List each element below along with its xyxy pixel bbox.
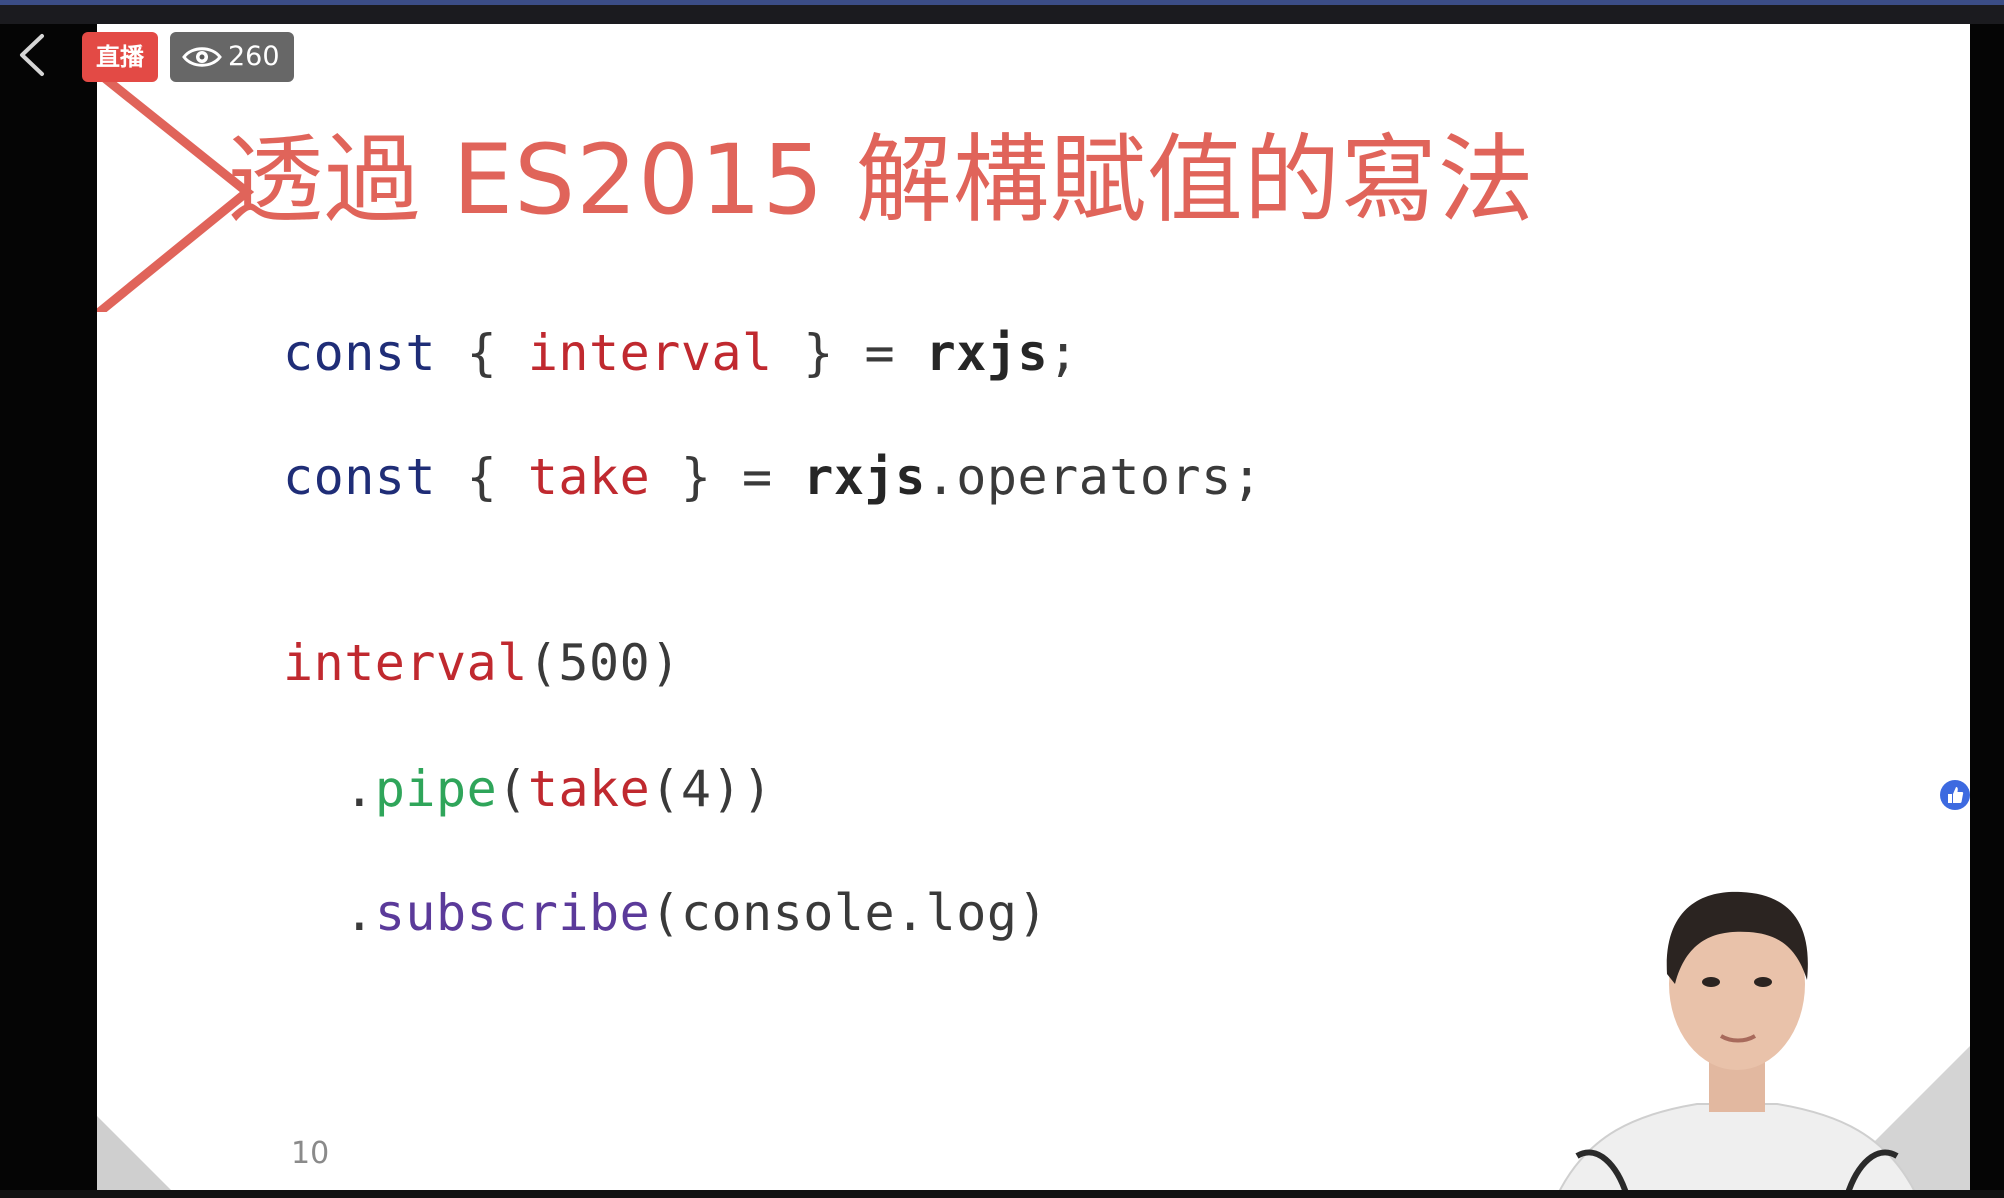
code-line-1: const { interval } = rxjs; (283, 324, 1079, 382)
code-line-3: interval(500) (283, 634, 681, 692)
frame-edge (1970, 24, 2004, 1198)
top-bar (0, 0, 2004, 24)
code-line-5: .subscribe(console.log) (283, 884, 1048, 942)
live-badge: 直播 (82, 32, 158, 82)
viewer-count: 260 (228, 41, 280, 72)
code-token: (500) (527, 634, 681, 692)
code-token: subscribe (374, 884, 651, 942)
chevron-left-icon[interactable] (14, 30, 50, 80)
code-token: const (283, 324, 437, 382)
thumbs-up-icon (1948, 787, 1964, 803)
presenter-video (1555, 891, 1919, 1196)
code-token: rxjs (803, 448, 926, 506)
like-button[interactable] (1940, 780, 1970, 810)
code-token: interval (527, 324, 773, 382)
code-token: pipe (374, 760, 498, 818)
code-token: . (283, 884, 375, 942)
code-token: ( (497, 760, 528, 818)
live-stream-viewer: 透過 ES2015 解構賦值的寫法 const { interval } = r… (0, 0, 2004, 1198)
code-token: const (283, 448, 437, 506)
slide-page-number: 10 (291, 1136, 330, 1171)
code-token: rxjs (925, 324, 1049, 382)
code-token: interval (283, 634, 528, 692)
presentation-slide: 透過 ES2015 解構賦值的寫法 const { interval } = r… (97, 24, 1970, 1196)
code-token: { (436, 448, 528, 506)
corner-decoration (97, 1116, 177, 1196)
code-token: ; (1048, 324, 1079, 382)
code-token: } = (650, 448, 804, 506)
frame-edge (0, 1190, 2004, 1198)
viewer-count-badge: 260 (170, 32, 294, 82)
code-token: (console.log) (650, 884, 1049, 942)
code-token: take (527, 760, 651, 818)
eye-icon (182, 47, 222, 67)
slide-title: 透過 ES2015 解構賦值的寫法 (227, 124, 1535, 236)
code-line-4: .pipe(take(4)) (283, 760, 773, 818)
code-token: take (527, 448, 651, 506)
code-token: . (283, 760, 375, 818)
code-token: .operators; (925, 448, 1263, 506)
code-token: (4)) (650, 760, 773, 818)
code-token: { (436, 324, 528, 382)
code-token: } = (772, 324, 926, 382)
code-line-2: const { take } = rxjs.operators; (283, 448, 1262, 506)
